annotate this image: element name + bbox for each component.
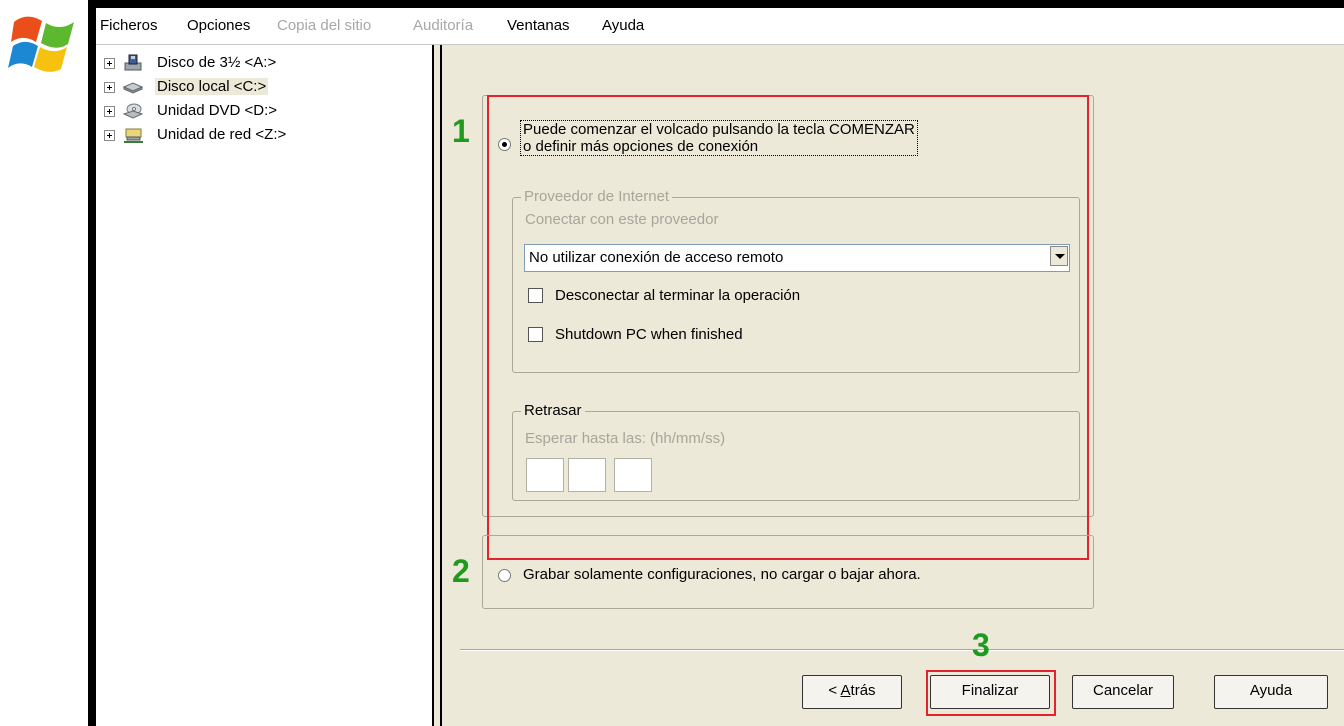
provider-dropdown[interactable]: No utilizar conexión de acceso remoto [524, 244, 1070, 272]
shutdown-checkbox[interactable] [528, 327, 543, 342]
menu-opciones[interactable]: Opciones [187, 17, 250, 34]
option1-text-line1: Puede comenzar el volcado pulsando la te… [523, 121, 915, 138]
menu-ventanas[interactable]: Ventanas [507, 17, 570, 34]
tree-item-floppy[interactable]: Disco de 3½ <A:> [96, 53, 432, 75]
connect-provider-label: Conectar con este proveedor [525, 211, 719, 228]
expand-icon[interactable] [104, 58, 115, 69]
tree-item-label: Unidad DVD <D:> [157, 102, 278, 119]
step-marker-1: 1 [452, 113, 470, 149]
tree-item-label: Unidad de red <Z:> [157, 126, 287, 143]
option1-label[interactable]: Puede comenzar el volcado pulsando la te… [520, 120, 918, 156]
window-frame-left [88, 0, 96, 726]
option2-label[interactable]: Grabar solamente configuraciones, no car… [523, 566, 921, 583]
help-button[interactable]: Ayuda [1214, 675, 1328, 709]
tree-item-label: Disco local <C:> [155, 78, 269, 95]
expand-icon[interactable] [104, 106, 115, 117]
menu-ficheros[interactable]: Ficheros [100, 17, 158, 34]
menu-copia-del-sitio[interactable]: Copia del sitio [277, 17, 371, 34]
expand-icon[interactable] [104, 82, 115, 93]
option2-radio[interactable] [498, 569, 511, 582]
back-button-rest: trás [850, 682, 876, 699]
back-button[interactable]: < Atrás [802, 675, 902, 709]
wizard-panel: 1 Puede comenzar el volcado pulsando la … [442, 45, 1344, 726]
network-drive-icon [124, 128, 143, 143]
menu-ayuda[interactable]: Ayuda [602, 17, 644, 34]
hours-field[interactable] [526, 458, 564, 492]
button-divider [460, 649, 1344, 651]
minutes-field[interactable] [568, 458, 606, 492]
menu-bar: Ficheros Opciones Copia del sitio Audito… [96, 8, 1344, 45]
dvd-drive-icon [122, 103, 144, 119]
expand-icon[interactable] [104, 130, 115, 141]
delay-legend: Retrasar [521, 402, 585, 419]
tree-item-local-disk[interactable]: Disco local <C:> [96, 77, 432, 99]
wait-until-label: Esperar hasta las: (hh/mm/ss) [525, 430, 726, 447]
tree-item-dvd[interactable]: Unidad DVD <D:> [96, 101, 432, 123]
drive-tree: Disco de 3½ <A:> Disco local <C:> Unidad… [96, 45, 432, 726]
option1-radio[interactable] [498, 138, 511, 151]
provider-dropdown-value: No utilizar conexión de acceso remoto [529, 249, 784, 266]
finish-button[interactable]: Finalizar [930, 675, 1050, 709]
windows-logo-icon [8, 16, 74, 72]
floppy-drive-icon [124, 54, 142, 71]
shutdown-label[interactable]: Shutdown PC when finished [555, 326, 743, 343]
disconnect-label[interactable]: Desconectar al terminar la operación [555, 287, 800, 304]
window-frame-top [88, 0, 1344, 8]
step-marker-2: 2 [452, 553, 470, 589]
back-button-mnemonic: A [840, 682, 851, 699]
hard-drive-icon [122, 82, 144, 94]
seconds-field[interactable] [614, 458, 652, 492]
chevron-down-icon[interactable] [1050, 246, 1068, 266]
provider-legend: Proveedor de Internet [521, 188, 673, 205]
cancel-button[interactable]: Cancelar [1072, 675, 1174, 709]
disconnect-checkbox[interactable] [528, 288, 543, 303]
option1-text-line2: o definir más opciones de conexión [523, 138, 759, 155]
menu-auditoria[interactable]: Auditoría [413, 17, 473, 34]
back-button-prefix: < [828, 682, 841, 699]
tree-item-label: Disco de 3½ <A:> [157, 54, 277, 71]
step-marker-3: 3 [972, 627, 990, 663]
tree-item-network[interactable]: Unidad de red <Z:> [96, 125, 432, 147]
